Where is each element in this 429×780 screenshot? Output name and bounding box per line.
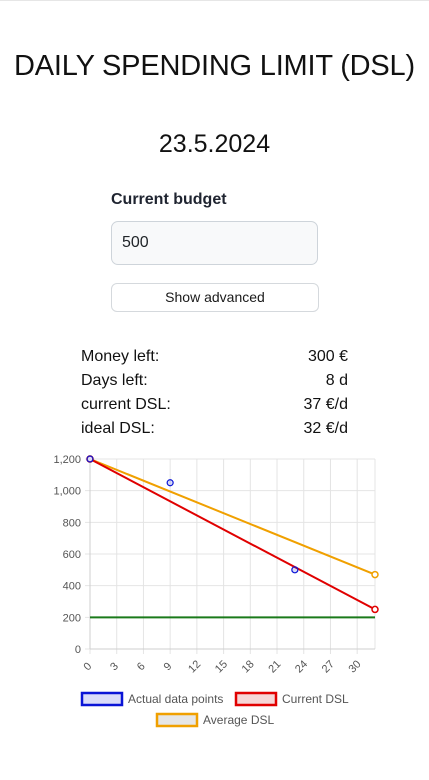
stat-label: ideal DSL: xyxy=(81,420,155,437)
series-line xyxy=(89,458,376,611)
top-divider xyxy=(0,0,429,1)
budget-label: Current budget xyxy=(111,191,227,208)
stat-label: Days left: xyxy=(81,372,148,389)
x-tick-label: 18 xyxy=(240,658,257,675)
data-point xyxy=(166,479,174,487)
x-tick-label: 15 xyxy=(213,658,230,675)
stat-value: 32 €/d xyxy=(303,420,348,437)
legend-swatch xyxy=(234,691,278,707)
legend-label: Actual data points xyxy=(128,692,223,706)
y-tick-label: 1,000 xyxy=(53,486,81,498)
legend-label: Average DSL xyxy=(203,713,274,727)
page-title: DAILY SPENDING LIMIT (DSL) xyxy=(14,50,415,82)
x-tick-label: 3 xyxy=(108,660,121,673)
x-tick-label: 0 xyxy=(81,660,94,673)
series-point xyxy=(371,605,379,614)
stat-value: 300 € xyxy=(307,348,348,365)
current-date: 23.5.2024 xyxy=(158,130,271,158)
show-advanced-button[interactable]: Show advanced xyxy=(111,283,319,312)
stat-value: 37 €/d xyxy=(303,396,348,413)
y-tick-label: 1,200 xyxy=(53,454,81,466)
x-tick-label: 27 xyxy=(320,658,337,675)
stat-label: current DSL: xyxy=(81,396,171,413)
stat-label: Money left: xyxy=(81,348,160,365)
y-tick-label: 200 xyxy=(63,612,81,624)
x-tick-label: 24 xyxy=(293,658,310,675)
y-tick-label: 0 xyxy=(75,644,81,656)
x-tick-label: 6 xyxy=(135,660,148,673)
series-point xyxy=(371,570,379,579)
legend-swatch xyxy=(155,712,199,728)
x-tick-label: 12 xyxy=(186,658,203,675)
stats-table: Money left: 300 € Days left: 8 d current… xyxy=(81,346,348,442)
x-tick-label: 9 xyxy=(162,660,175,673)
data-point xyxy=(291,566,299,574)
y-tick-label: 400 xyxy=(63,581,81,593)
stat-current-dsl: current DSL: 37 €/d xyxy=(81,394,348,418)
x-tick-label: 21 xyxy=(266,658,283,675)
x-tick-label: 30 xyxy=(346,658,363,675)
data-point xyxy=(86,455,94,463)
stat-money-left: Money left: 300 € xyxy=(81,346,348,370)
legend-label: Current DSL xyxy=(282,692,349,706)
y-tick-label: 800 xyxy=(63,517,81,529)
stat-days-left: Days left: 8 d xyxy=(81,370,348,394)
stat-ideal-dsl: ideal DSL: 32 €/d xyxy=(81,418,348,442)
stat-value: 8 d xyxy=(325,372,348,389)
series-line xyxy=(89,458,376,576)
dsl-chart: 0 3 6 9 12 15 18 21 24 27 30 0 200 400 600 800 1,000 1,20… xyxy=(53,454,379,728)
y-tick-label: 600 xyxy=(63,549,81,561)
budget-input[interactable] xyxy=(111,221,318,265)
legend-swatch xyxy=(80,691,124,707)
